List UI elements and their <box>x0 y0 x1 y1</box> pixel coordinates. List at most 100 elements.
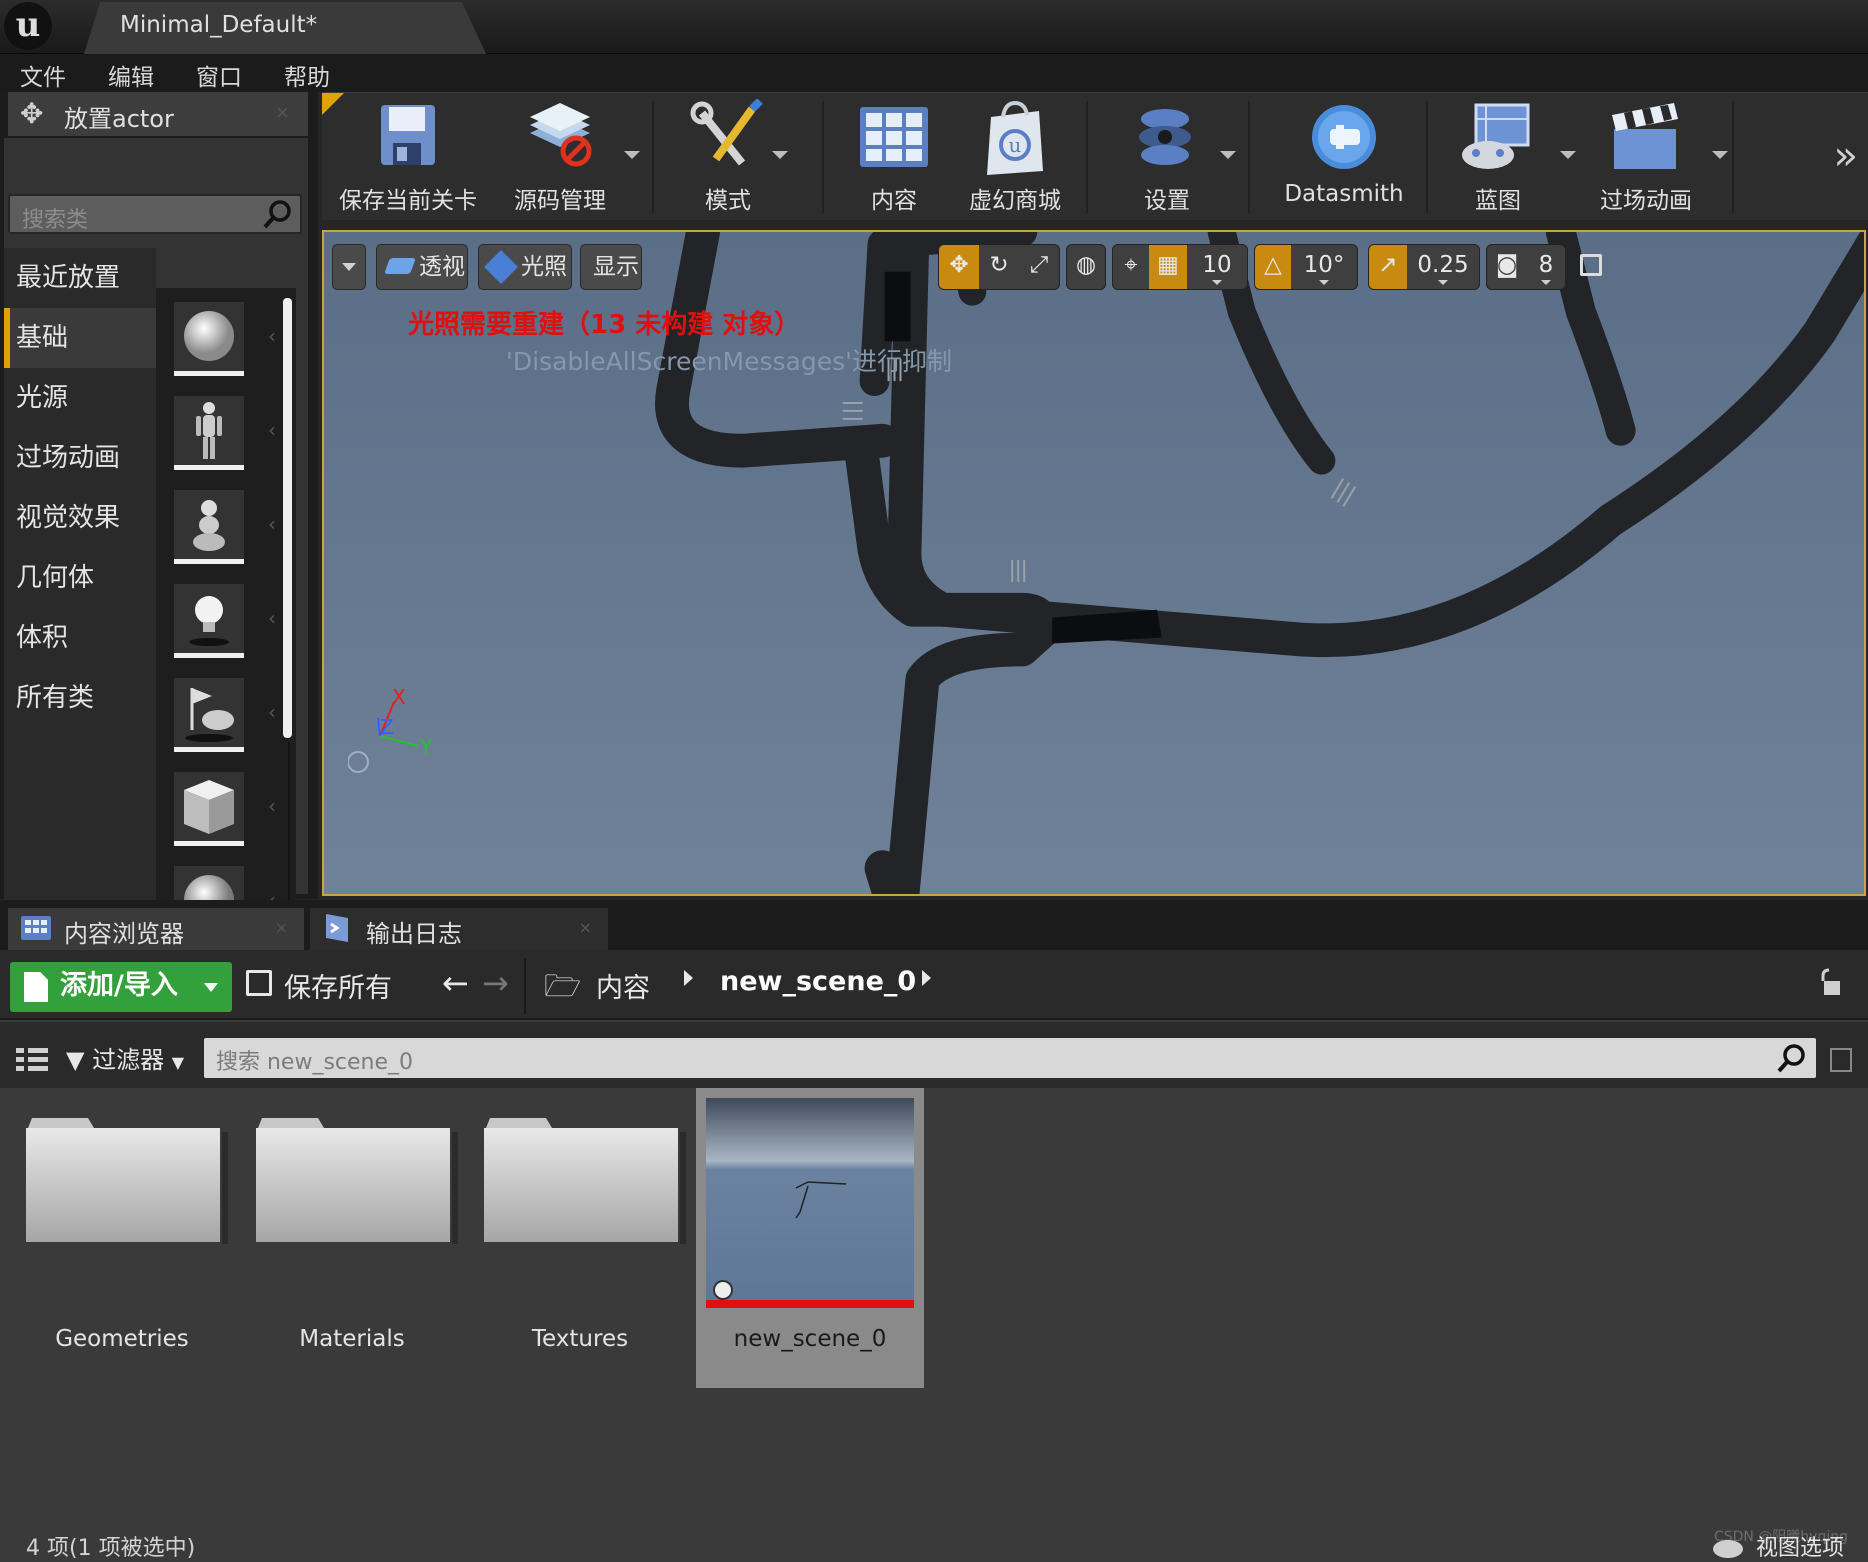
category-visual-effects[interactable]: 视觉效果 <box>4 488 156 548</box>
actor-list-scrollbar[interactable] <box>283 298 292 738</box>
close-icon[interactable]: × <box>275 918 288 937</box>
chevron-down-icon[interactable] <box>1560 151 1576 159</box>
scale-tool-button[interactable]: ⤢ <box>1019 245 1059 289</box>
breadcrumb-separator-icon[interactable] <box>684 970 693 986</box>
scale-snap-toggle[interactable]: ↗ <box>1369 245 1407 289</box>
grid-snap-value[interactable]: 10 <box>1187 245 1247 289</box>
lighting-rebuild-warning: 光照需要重建（13 未构建 对象） <box>408 310 801 340</box>
tile-expand-icon[interactable]: ‹ <box>268 700 276 724</box>
category-volumes[interactable]: 体积 <box>4 608 156 668</box>
menu-window[interactable]: 窗口 <box>196 58 242 92</box>
tile-expand-icon[interactable]: ‹ <box>268 324 276 348</box>
cinematics-button[interactable]: 过场动画 <box>1576 93 1728 221</box>
chevron-down-icon[interactable] <box>1712 151 1728 159</box>
rotation-snap-group: △ 10° <box>1254 244 1358 290</box>
category-basic[interactable]: 基础 <box>4 308 156 368</box>
tile-expand-icon[interactable]: ‹ <box>268 794 276 818</box>
actor-tile-cube[interactable] <box>174 772 244 846</box>
maximize-viewport-icon[interactable] <box>1580 254 1602 276</box>
actor-tile-player-start[interactable] <box>174 678 244 752</box>
back-arrow-icon[interactable]: ← <box>442 964 469 1002</box>
chevron-down-icon[interactable] <box>624 151 640 159</box>
save-search-icon[interactable] <box>1830 1048 1852 1072</box>
chevron-down-icon <box>342 263 356 271</box>
scale-arrow-icon: ↗ <box>1378 252 1398 278</box>
viewport-options-button[interactable] <box>332 244 366 290</box>
toolbar-overflow-icon[interactable]: » <box>1834 133 1858 179</box>
asset-grid: Geometries Materials Textures new_scene_… <box>0 1088 1868 1488</box>
category-geometry[interactable]: 几何体 <box>4 548 156 608</box>
menu-help[interactable]: 帮助 <box>284 58 330 92</box>
content-button[interactable]: 内容 <box>834 93 954 221</box>
tile-expand-icon[interactable]: ‹ <box>268 606 276 630</box>
ue-logo[interactable]: u <box>4 2 52 50</box>
asset-folder-materials[interactable]: Materials <box>238 1088 466 1388</box>
menu-file[interactable]: 文件 <box>20 58 66 92</box>
move-tool-button[interactable]: ✥ <box>939 245 979 289</box>
tab-output-log[interactable]: 输出日志 × <box>310 908 608 950</box>
breadcrumb-new-scene[interactable]: new_scene_0 <box>720 966 916 997</box>
content-search-placeholder: 搜索 new_scene_0 <box>216 1050 414 1075</box>
close-icon[interactable]: × <box>275 102 290 123</box>
marketplace-button[interactable]: u 虚幻商城 <box>950 93 1080 221</box>
asset-folder-textures[interactable]: Textures <box>466 1088 694 1388</box>
class-search-input[interactable]: 搜索类 <box>8 194 302 234</box>
asset-folder-geometries[interactable]: Geometries <box>8 1088 236 1388</box>
coordinate-system-button[interactable]: ◍ <box>1066 244 1106 290</box>
place-actors-tab[interactable]: ✥ 放置actor × <box>8 92 308 136</box>
category-cinematic[interactable]: 过场动画 <box>4 428 156 488</box>
content-search-input[interactable]: 搜索 new_scene_0 <box>204 1038 1816 1078</box>
category-recent[interactable]: 最近放置 <box>4 248 156 308</box>
actor-tile-pawn[interactable] <box>174 490 244 564</box>
save-current-level-button[interactable]: 保存当前关卡 <box>332 93 484 221</box>
add-import-button[interactable]: 添加/导入 <box>10 962 232 1012</box>
class-search-placeholder: 搜索类 <box>22 208 89 233</box>
lock-icon[interactable] <box>1818 968 1844 998</box>
source-control-button[interactable]: 源码管理 <box>490 93 640 221</box>
chevron-down-icon[interactable] <box>772 151 788 159</box>
actor-tile-empty-actor[interactable] <box>174 302 244 376</box>
asset-name: Materials <box>299 1326 405 1352</box>
perspective-view-button[interactable]: 透视 <box>376 244 468 290</box>
breadcrumb-separator-icon[interactable] <box>922 970 931 986</box>
level-document-tab[interactable]: Minimal_Default* <box>84 2 486 54</box>
forward-arrow-icon[interactable]: → <box>482 964 509 1002</box>
scale-snap-value[interactable]: 0.25 <box>1407 245 1479 289</box>
grid-snap-toggle[interactable]: ▦ <box>1149 245 1187 289</box>
filter-bar: ▼ 过滤器 ▼ 搜索 new_scene_0 <box>0 1022 1868 1088</box>
category-lights[interactable]: 光源 <box>4 368 156 428</box>
modes-button[interactable]: 模式 <box>668 93 788 221</box>
breadcrumb-content[interactable]: 内容 <box>596 966 650 1005</box>
folder-open-icon[interactable]: 🗁 <box>544 964 581 1015</box>
settings-button[interactable]: 设置 <box>1102 93 1236 221</box>
tab-content-browser[interactable]: 内容浏览器 × <box>8 908 304 950</box>
folder-icon <box>484 1118 686 1244</box>
level-viewport[interactable]: 透视 光照 显示 ✥ ↻ ⤢ ◍ ⌖ ▦ 10 △ 10° ↗ 0.25 ◙ 8… <box>322 230 1866 896</box>
add-import-label: 添加/导入 <box>60 970 178 1001</box>
close-icon[interactable]: × <box>579 918 592 937</box>
show-flags-button[interactable]: 显示 <box>580 244 642 290</box>
surface-snap-button[interactable]: ⌖ <box>1113 245 1149 289</box>
category-all-classes[interactable]: 所有类 <box>4 668 156 728</box>
menu-edit[interactable]: 编辑 <box>108 58 154 92</box>
asset-level-new-scene[interactable]: new_scene_0 <box>696 1088 924 1388</box>
tile-expand-icon[interactable]: ‹ <box>268 512 276 536</box>
scale-icon: ⤢ <box>1029 252 1049 278</box>
rotate-tool-button[interactable]: ↻ <box>979 245 1019 289</box>
tile-expand-icon[interactable]: ‹ <box>268 418 276 442</box>
camera-speed-button[interactable]: ◙ 8 <box>1486 244 1566 290</box>
datasmith-button[interactable]: Datasmith <box>1266 93 1422 221</box>
chevron-down-icon[interactable] <box>1220 151 1236 159</box>
actor-tile-character[interactable] <box>174 396 244 470</box>
rotation-snap-value[interactable]: 10° <box>1291 245 1357 289</box>
blueprints-button[interactable]: 蓝图 <box>1438 93 1576 221</box>
rotation-snap-toggle[interactable]: △ <box>1255 245 1291 289</box>
world-globe-icon: ◍ <box>1075 252 1097 278</box>
toolbar-separator <box>1426 101 1428 213</box>
content-browser-toolbar: 添加/导入 保存所有 ← → 🗁 内容 new_scene_0 <box>0 950 1868 1020</box>
place-actors-panel: ✥ 放置actor × 搜索类 最近放置 基础 光源 过场动画 视觉效果 几何体… <box>0 92 318 988</box>
filters-button[interactable]: ▼ 过滤器 ▼ <box>66 1040 184 1075</box>
lighting-mode-button[interactable]: 光照 <box>478 244 572 290</box>
actor-tile-point-light[interactable] <box>174 584 244 658</box>
sources-panel-toggle-icon[interactable] <box>16 1048 48 1072</box>
